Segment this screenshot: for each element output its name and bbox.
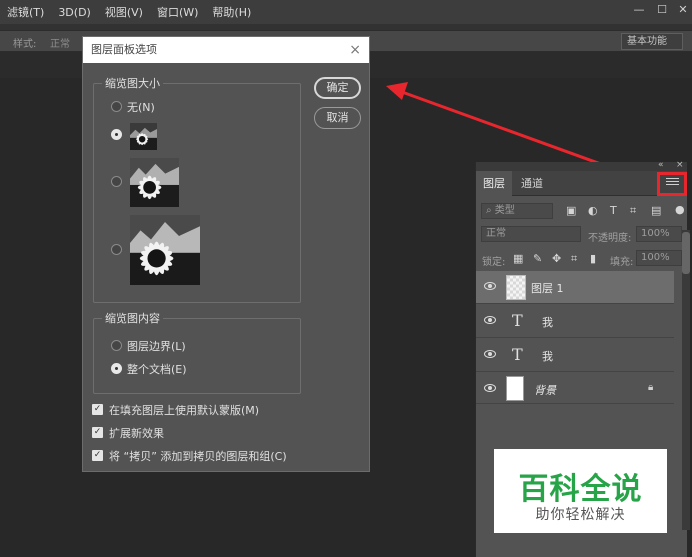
style-value[interactable]: 正常 xyxy=(50,35,70,50)
layer-name: 图层 1 xyxy=(531,282,564,295)
layer-row[interactable]: T 我 xyxy=(476,339,674,372)
layer-row[interactable]: T 我 xyxy=(476,305,674,338)
menu-help[interactable]: 帮助(H) xyxy=(205,4,258,20)
thumbnail-content-group: 缩览图内容 xyxy=(93,310,301,394)
lock-paint-icon[interactable]: ✎ xyxy=(533,252,542,265)
size-large-radio[interactable] xyxy=(111,244,122,255)
thumbnail-small[interactable] xyxy=(130,123,157,150)
layer-row[interactable]: 背景 🔒︎ xyxy=(476,373,674,404)
layer-name: 我 xyxy=(542,316,553,329)
smart-object-filter-icon[interactable]: ▤ xyxy=(651,204,661,217)
content-document-radio[interactable] xyxy=(111,363,122,374)
scrollbar-thumb[interactable] xyxy=(682,232,690,274)
thumbnail-size-legend: 缩览图大小 xyxy=(105,77,160,90)
panel-scrollbar[interactable] xyxy=(682,230,690,530)
lock-transparent-icon[interactable]: ▦ xyxy=(513,252,523,265)
expand-effects-checkbox[interactable]: ✓ xyxy=(92,427,103,438)
layer-row[interactable]: 图层 1 xyxy=(476,271,674,304)
opacity-input[interactable]: 100% xyxy=(636,226,682,242)
cancel-button[interactable]: 取消 xyxy=(314,107,361,129)
lock-label: 锁定: xyxy=(482,257,506,268)
lock-icon: 🔒︎ xyxy=(648,382,654,393)
lock-row: 锁定: ▦ ✎ ✥ ⌗ ▮ 填充: 100% xyxy=(476,249,688,269)
thumbnail-large[interactable] xyxy=(130,215,200,285)
minimize-icon[interactable]: — xyxy=(632,3,646,17)
text-layer-icon: T xyxy=(512,311,523,330)
close-icon[interactable]: ✕ xyxy=(676,3,690,17)
layer-name: 背景 xyxy=(534,384,556,397)
lock-position-icon[interactable]: ✥ xyxy=(552,252,561,265)
fill-input[interactable]: 100% xyxy=(636,250,682,266)
tab-layers[interactable]: 图层 xyxy=(476,171,512,196)
filter-toggle-icon[interactable]: ● xyxy=(675,203,685,216)
blend-row: 正常 不透明度: 100% xyxy=(476,225,688,245)
watermark: 百科全说 助你轻松解决 xyxy=(494,449,667,533)
panel-header-strip: « × xyxy=(476,160,687,171)
thumbnail-content-legend: 缩览图内容 xyxy=(105,312,160,325)
visibility-eye-icon[interactable] xyxy=(484,350,496,358)
annotation-highlight-box xyxy=(657,172,687,196)
close-icon[interactable]: × xyxy=(349,37,361,63)
thumbnail-medium[interactable] xyxy=(130,158,179,207)
blend-mode-select[interactable]: 正常 xyxy=(481,226,581,242)
menu-view[interactable]: 视图(V) xyxy=(98,4,150,20)
menu-bar: 滤镜(T) 3D(D) 视图(V) 窗口(W) 帮助(H) — ☐ ✕ xyxy=(0,0,692,24)
maximize-icon[interactable]: ☐ xyxy=(655,3,669,17)
panel-tabs: 图层 通道 xyxy=(476,171,687,196)
filter-row: ⌕ 类型 ▣ ◐ T ⌗ ▤ ● xyxy=(476,202,688,222)
visibility-eye-icon[interactable] xyxy=(484,316,496,324)
add-copy-label: 将 “拷贝” 添加到拷贝的图层和组(C) xyxy=(109,450,287,463)
dialog-titlebar: 图层面板选项 × xyxy=(83,37,369,63)
layers-panel-options-dialog: 图层面板选项 × 缩览图大小 无(N) 缩览图内容 图层边界(L) 整个文档(E… xyxy=(82,36,370,472)
size-medium-radio[interactable] xyxy=(111,176,122,187)
dialog-title: 图层面板选项 xyxy=(91,43,157,56)
expand-effects-label: 扩展新效果 xyxy=(109,427,164,440)
size-none-radio[interactable] xyxy=(111,101,122,112)
fill-label: 填充: xyxy=(610,257,634,268)
tab-channels[interactable]: 通道 xyxy=(514,171,550,196)
adjustment-filter-icon[interactable]: ◐ xyxy=(588,204,598,217)
opacity-label: 不透明度: xyxy=(588,233,632,244)
layer-name: 我 xyxy=(542,350,553,363)
content-bounds-radio[interactable] xyxy=(111,340,122,351)
text-layer-icon: T xyxy=(512,345,523,364)
layer-thumbnail xyxy=(506,376,524,401)
visibility-eye-icon[interactable] xyxy=(484,282,496,290)
menu-window[interactable]: 窗口(W) xyxy=(150,4,205,20)
image-filter-icon[interactable]: ▣ xyxy=(566,204,576,217)
visibility-eye-icon[interactable] xyxy=(484,384,496,392)
size-small-radio[interactable] xyxy=(111,129,122,140)
watermark-subtitle: 助你轻松解决 xyxy=(535,507,626,523)
default-mask-label: 在填充图层上使用默认蒙版(M) xyxy=(109,404,260,417)
menu-3d[interactable]: 3D(D) xyxy=(51,6,98,19)
content-document-label: 整个文档(E) xyxy=(127,363,187,376)
kind-filter-value: 类型 xyxy=(494,205,515,216)
collapse-icon[interactable]: « xyxy=(658,160,664,170)
size-none-label: 无(N) xyxy=(127,101,155,114)
style-label: 样式: xyxy=(13,39,37,50)
kind-filter-select[interactable]: ⌕ 类型 xyxy=(481,203,553,219)
menu-filter[interactable]: 滤镜(T) xyxy=(0,4,51,20)
shape-filter-icon[interactable]: ⌗ xyxy=(630,204,636,218)
ok-button[interactable]: 确定 xyxy=(314,77,361,99)
layer-thumbnail xyxy=(506,275,526,300)
default-mask-checkbox[interactable]: ✓ xyxy=(92,404,103,415)
watermark-title: 百科全说 xyxy=(518,472,643,507)
type-filter-icon[interactable]: T xyxy=(610,204,617,217)
add-copy-checkbox[interactable]: ✓ xyxy=(92,450,103,461)
workspace-select[interactable]: 基本功能 xyxy=(621,33,683,50)
lock-all-icon[interactable]: ▮ xyxy=(590,252,596,265)
lock-artboard-icon[interactable]: ⌗ xyxy=(571,252,577,266)
close-icon[interactable]: × xyxy=(676,160,684,170)
content-bounds-label: 图层边界(L) xyxy=(127,340,186,353)
